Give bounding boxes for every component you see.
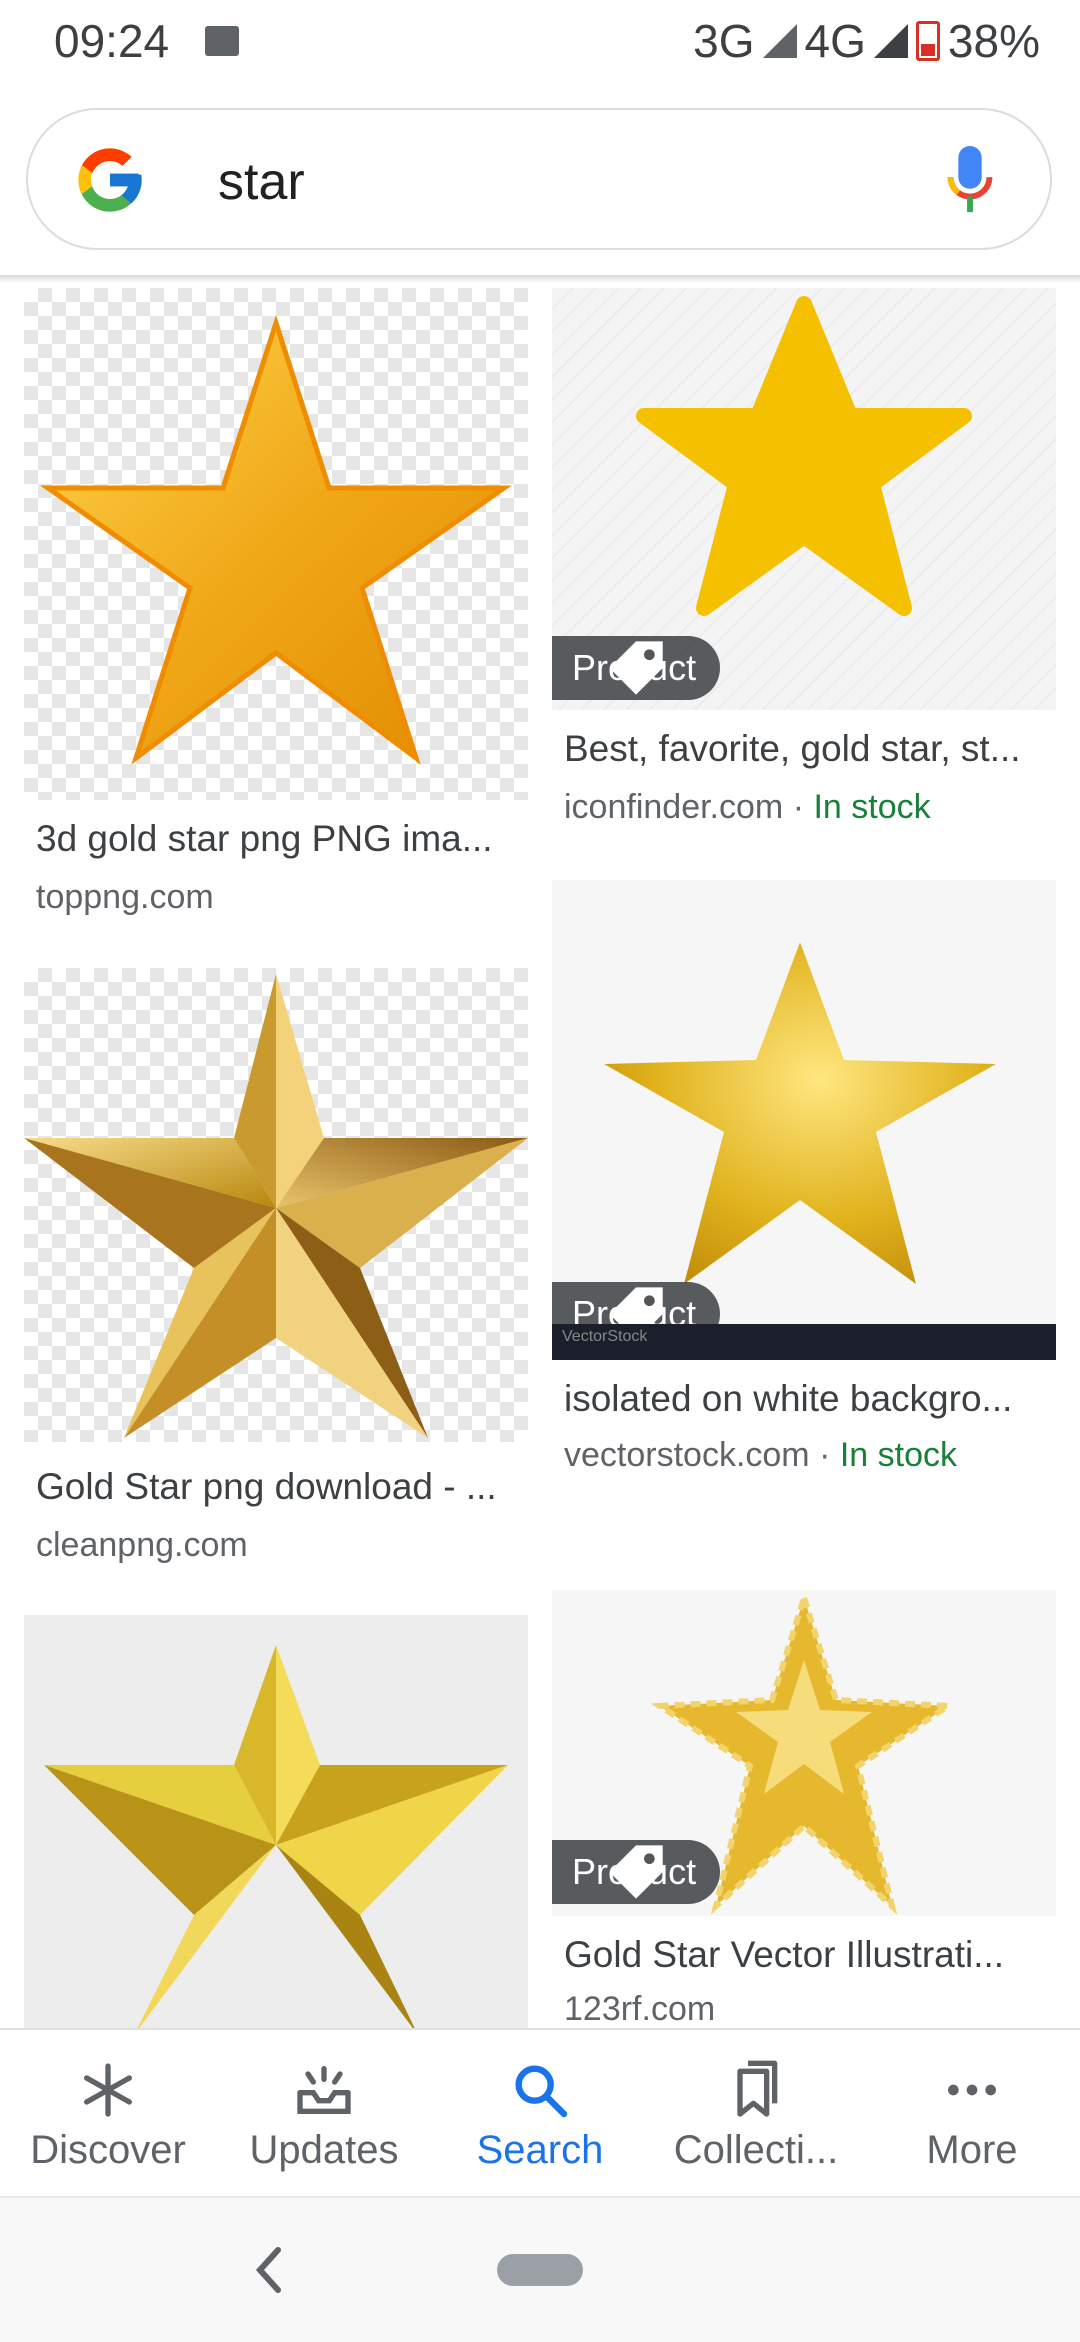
result-thumbnail[interactable] xyxy=(24,288,528,800)
system-navigation-bar xyxy=(0,2196,1080,2342)
tag-icon xyxy=(609,1845,663,1899)
gold-star-image xyxy=(44,1645,508,2028)
result-thumbnail[interactable]: Product xyxy=(552,288,1056,710)
home-pill[interactable] xyxy=(497,2254,583,2286)
back-icon[interactable] xyxy=(250,2242,290,2298)
bookmarks-icon xyxy=(737,2060,778,2117)
bottom-navigation: Discover Updates Search Collecti... More xyxy=(0,2028,1080,2198)
result-thumbnail[interactable] xyxy=(24,1615,528,2028)
updates-tray-icon xyxy=(297,2066,351,2114)
result-card[interactable]: Product Best, favorite, gold star, st...… xyxy=(552,288,1056,868)
stock-status: In stock xyxy=(839,1436,958,1474)
result-thumbnail[interactable]: Product xyxy=(552,1590,1056,1916)
signal-icon xyxy=(873,24,908,58)
nav-more[interactable]: More xyxy=(864,2030,1080,2198)
result-source[interactable]: 123rf.com xyxy=(564,1990,715,2028)
gold-star-image xyxy=(24,974,528,1438)
nav-collections[interactable]: Collecti... xyxy=(648,2030,864,2198)
result-card[interactable]: Gold Star png download - ... cleanpng.co… xyxy=(24,968,528,1568)
battery-icon xyxy=(915,21,940,61)
nav-updates[interactable]: Updates xyxy=(216,2030,432,2198)
nav-discover[interactable]: Discover xyxy=(0,2030,216,2198)
image-notification-icon xyxy=(205,26,239,56)
result-card[interactable]: Product Gold Star Vector Illustrati... 1… xyxy=(552,1590,1056,2028)
status-bar: 09:24 3G 4G 38% xyxy=(0,0,1080,90)
battery-level: 38% xyxy=(947,15,1040,67)
result-title[interactable]: Best, favorite, gold star, st... xyxy=(564,728,1044,770)
watermark-strip: VectorStock xyxy=(552,1324,1056,1360)
asterisk-icon xyxy=(84,2063,132,2117)
result-source[interactable]: toppng.com xyxy=(36,878,214,917)
gold-star-image xyxy=(40,314,512,765)
google-logo[interactable] xyxy=(72,142,148,218)
separator-dot: · xyxy=(819,1436,831,1474)
result-title[interactable]: Gold Star Vector Illustrati... xyxy=(564,1934,1044,1976)
separator-dot: · xyxy=(792,788,805,826)
network2-label: 4G xyxy=(804,15,866,67)
watermark-text: VectorStock xyxy=(562,1328,648,1345)
result-card[interactable]: 3d gold star png PNG ima... toppng.com xyxy=(24,288,528,928)
nav-label: More xyxy=(926,2128,1018,2172)
network-label: 3G xyxy=(693,15,755,67)
result-thumbnail[interactable]: Product VectorStock xyxy=(552,880,1056,1360)
result-source-line[interactable]: vectorstock.com · In stock xyxy=(564,1436,957,1475)
result-source-line[interactable]: iconfinder.com · In stock xyxy=(564,788,931,827)
image-results-grid[interactable]: 3d gold star png PNG ima... toppng.com P… xyxy=(0,283,1080,2028)
search-bar[interactable]: star xyxy=(26,108,1052,250)
result-thumbnail[interactable] xyxy=(24,968,528,1442)
result-title[interactable]: Gold Star png download - ... xyxy=(36,1466,516,1508)
more-dots-icon xyxy=(948,2084,996,2096)
result-title[interactable]: 3d gold star png PNG ima... xyxy=(36,818,516,860)
result-card[interactable] xyxy=(24,1615,528,2028)
search-icon xyxy=(515,2065,568,2118)
stock-status: In stock xyxy=(813,788,931,826)
result-source: iconfinder.com xyxy=(564,788,784,826)
nav-label: Updates xyxy=(249,2128,399,2172)
microphone-icon[interactable] xyxy=(946,146,994,216)
nav-search[interactable]: Search xyxy=(432,2030,648,2198)
signal-icon xyxy=(762,24,797,58)
nav-label: Search xyxy=(476,2128,604,2172)
product-badge: Product xyxy=(552,1840,721,1904)
result-title[interactable]: isolated on white backgro... xyxy=(564,1378,1044,1420)
nav-label: Discover xyxy=(30,2128,186,2172)
product-badge: Product xyxy=(552,636,721,700)
header-shadow xyxy=(0,275,1080,283)
status-time: 09:24 xyxy=(54,15,170,67)
status-right: 3G 4G 38% xyxy=(693,14,1040,68)
result-source[interactable]: cleanpng.com xyxy=(36,1526,248,1565)
nav-label: Collecti... xyxy=(673,2128,839,2172)
result-source: vectorstock.com xyxy=(564,1436,810,1474)
result-card[interactable]: Product VectorStock isolated on white ba… xyxy=(552,880,1056,1480)
tag-icon xyxy=(609,641,663,695)
search-query[interactable]: star xyxy=(218,152,305,212)
